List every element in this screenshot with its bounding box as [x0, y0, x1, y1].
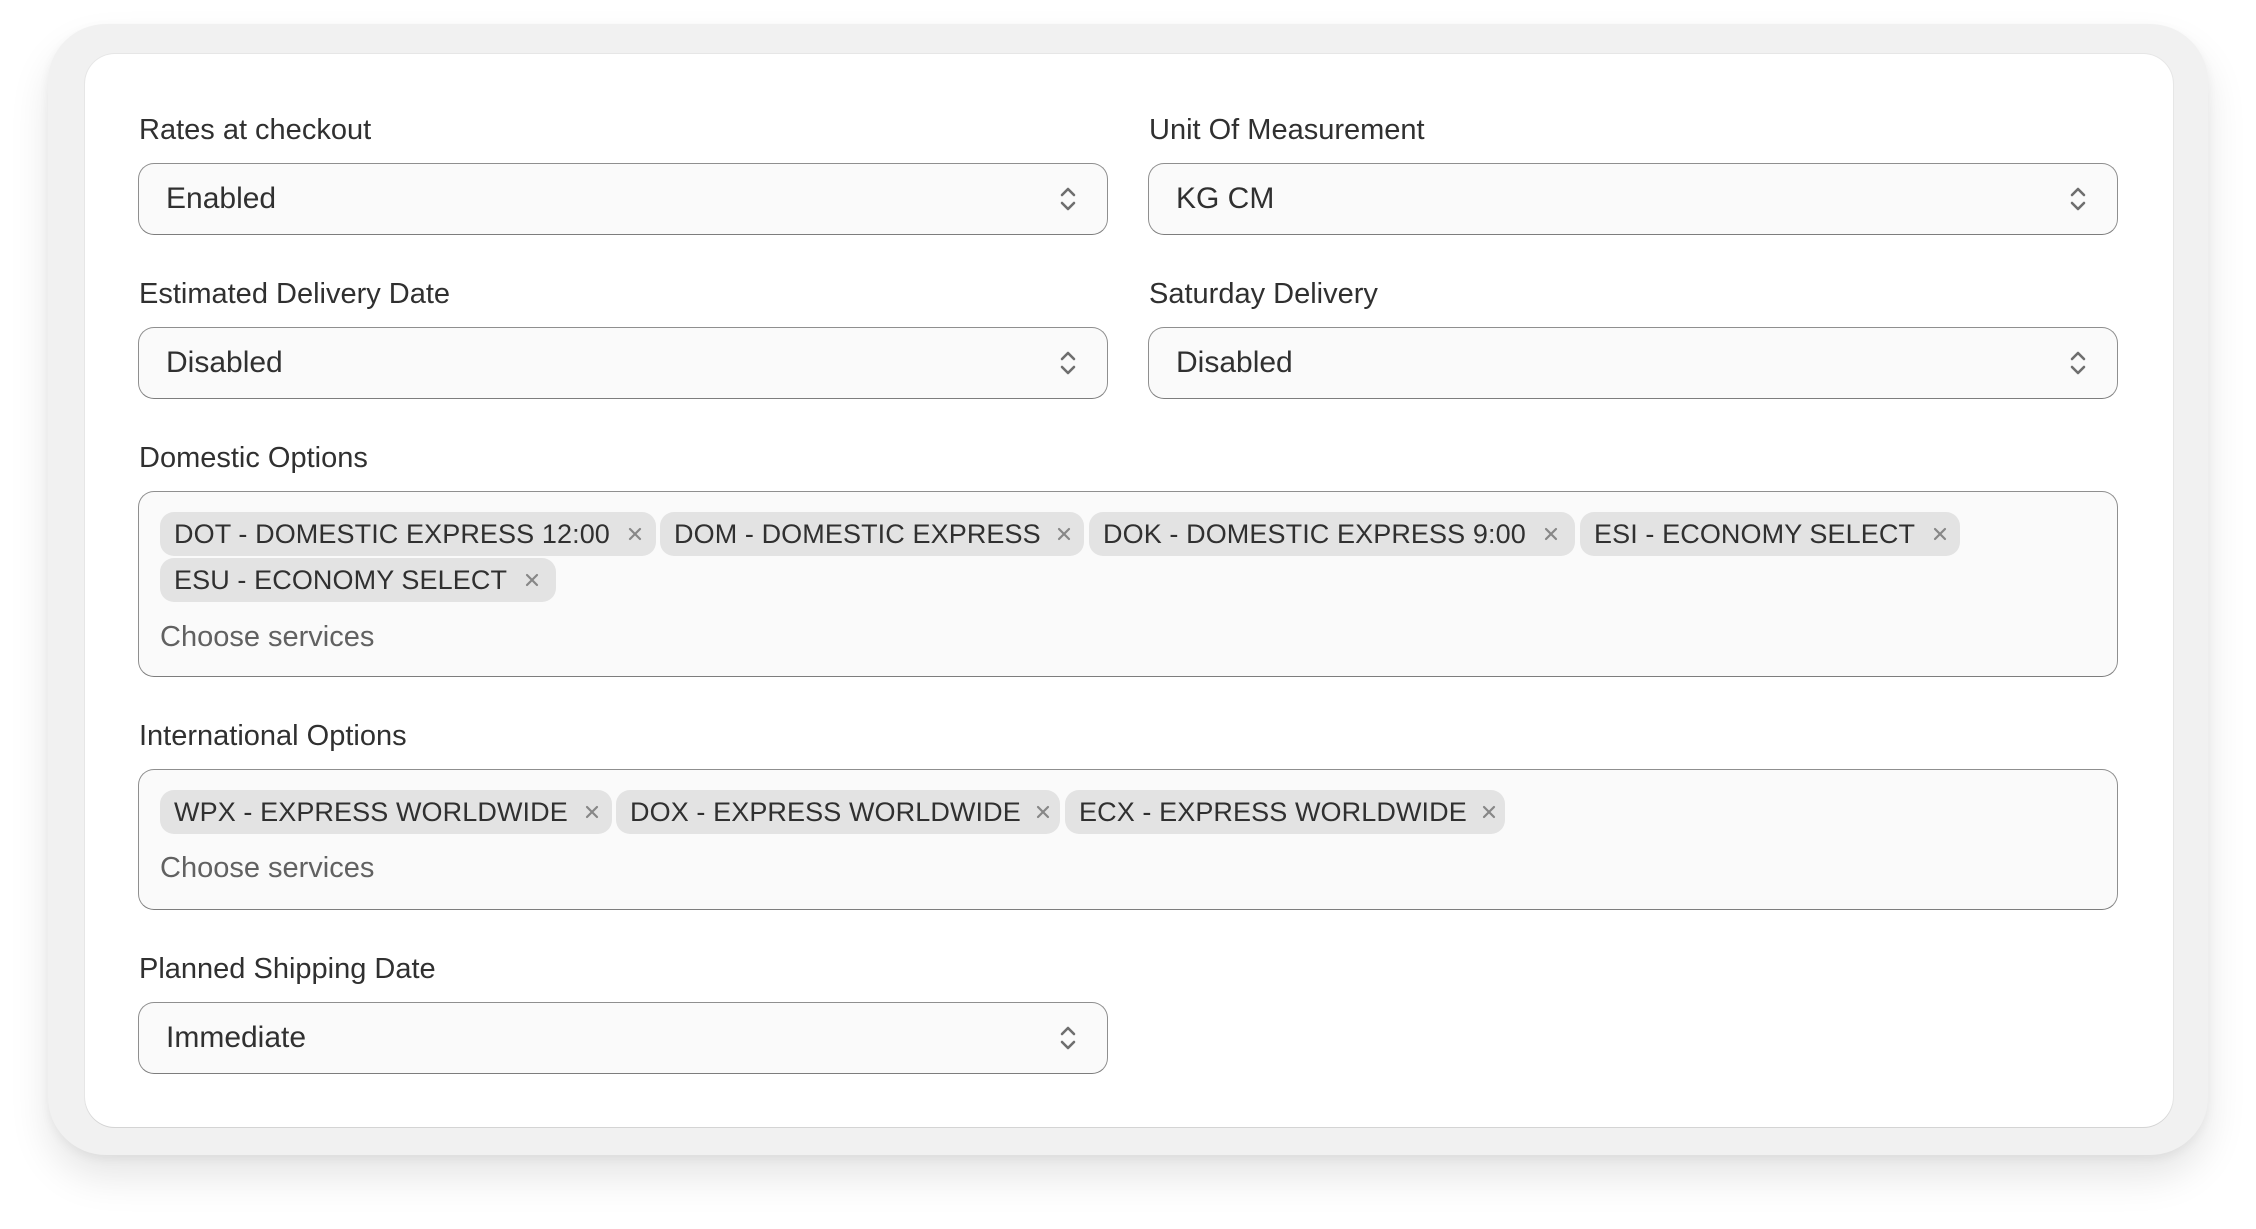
planned-shipping-date-value: Immediate [166, 1021, 307, 1054]
international-options-multiselect[interactable]: WPX - EXPRESS WORLDWIDE DOX - EXPRESS WO… [138, 769, 2118, 910]
close-x-icon[interactable] [1035, 801, 1051, 823]
domestic-options-search-input[interactable]: Choose services [160, 621, 374, 654]
domestic-options-multiselect[interactable]: DOT - DOMESTIC EXPRESS 12:00 DOM - DOMES… [138, 491, 2118, 677]
international-chip: ECX - EXPRESS WORLDWIDE [1065, 790, 1505, 834]
unit-of-measurement-value: KG CM [1176, 182, 1275, 215]
close-x-icon[interactable] [1481, 801, 1497, 823]
saturday-delivery-select[interactable]: Disabled [1148, 327, 2118, 399]
close-x-icon[interactable] [521, 569, 543, 591]
unit-of-measurement-label: Unit Of Measurement [1149, 114, 1425, 146]
chevron-up-down-icon [1060, 351, 1076, 375]
international-chip: DOX - EXPRESS WORLDWIDE [616, 790, 1060, 834]
close-x-icon[interactable] [1055, 523, 1074, 545]
estimated-delivery-date-label: Estimated Delivery Date [139, 278, 451, 310]
chip-label: DOK - DOMESTIC EXPRESS 9:00 [1103, 518, 1526, 549]
close-x-icon[interactable] [582, 801, 602, 823]
international-options-search-input[interactable]: Choose services [160, 852, 374, 885]
chip-label: ESU - ECONOMY SELECT [174, 564, 508, 595]
domestic-chip: ESI - ECONOMY SELECT [1580, 512, 1960, 556]
chip-label: DOX - EXPRESS WORLDWIDE [630, 796, 1021, 827]
estimated-delivery-date-value: Disabled [166, 346, 283, 379]
planned-shipping-date-label: Planned Shipping Date [139, 953, 436, 985]
saturday-delivery-label: Saturday Delivery [1149, 278, 1378, 310]
international-chip: WPX - EXPRESS WORLDWIDE [160, 790, 612, 834]
rates-at-checkout-label: Rates at checkout [139, 114, 372, 146]
rates-at-checkout-value: Enabled [166, 182, 277, 215]
estimated-delivery-date-select[interactable]: Disabled [138, 327, 1108, 399]
unit-of-measurement-select[interactable]: KG CM [1148, 163, 2118, 235]
planned-shipping-date-select[interactable]: Immediate [138, 1002, 1108, 1074]
close-x-icon[interactable] [1929, 523, 1950, 545]
domestic-options-label: Domestic Options [139, 442, 368, 474]
domestic-chip: ESU - ECONOMY SELECT [160, 558, 556, 602]
close-x-icon[interactable] [1540, 523, 1562, 545]
close-x-icon[interactable] [624, 523, 646, 545]
chip-label: ECX - EXPRESS WORLDWIDE [1079, 796, 1467, 827]
domestic-chip: DOK - DOMESTIC EXPRESS 9:00 [1089, 512, 1575, 556]
chip-label: ESI - ECONOMY SELECT [1594, 518, 1916, 549]
chip-label: DOT - DOMESTIC EXPRESS 12:00 [174, 518, 610, 549]
international-options-label: International Options [139, 720, 407, 752]
chip-label: WPX - EXPRESS WORLDWIDE [174, 796, 568, 827]
domestic-chip: DOT - DOMESTIC EXPRESS 12:00 [160, 512, 656, 556]
rates-at-checkout-select[interactable]: Enabled [138, 163, 1108, 235]
domestic-chip: DOM - DOMESTIC EXPRESS [660, 512, 1084, 556]
chevron-up-down-icon [2070, 187, 2086, 211]
chip-label: DOM - DOMESTIC EXPRESS [674, 518, 1041, 549]
chevron-up-down-icon [2070, 351, 2086, 375]
chevron-up-down-icon [1060, 187, 1076, 211]
saturday-delivery-value: Disabled [1176, 346, 1293, 379]
chevron-up-down-icon [1060, 1026, 1076, 1050]
